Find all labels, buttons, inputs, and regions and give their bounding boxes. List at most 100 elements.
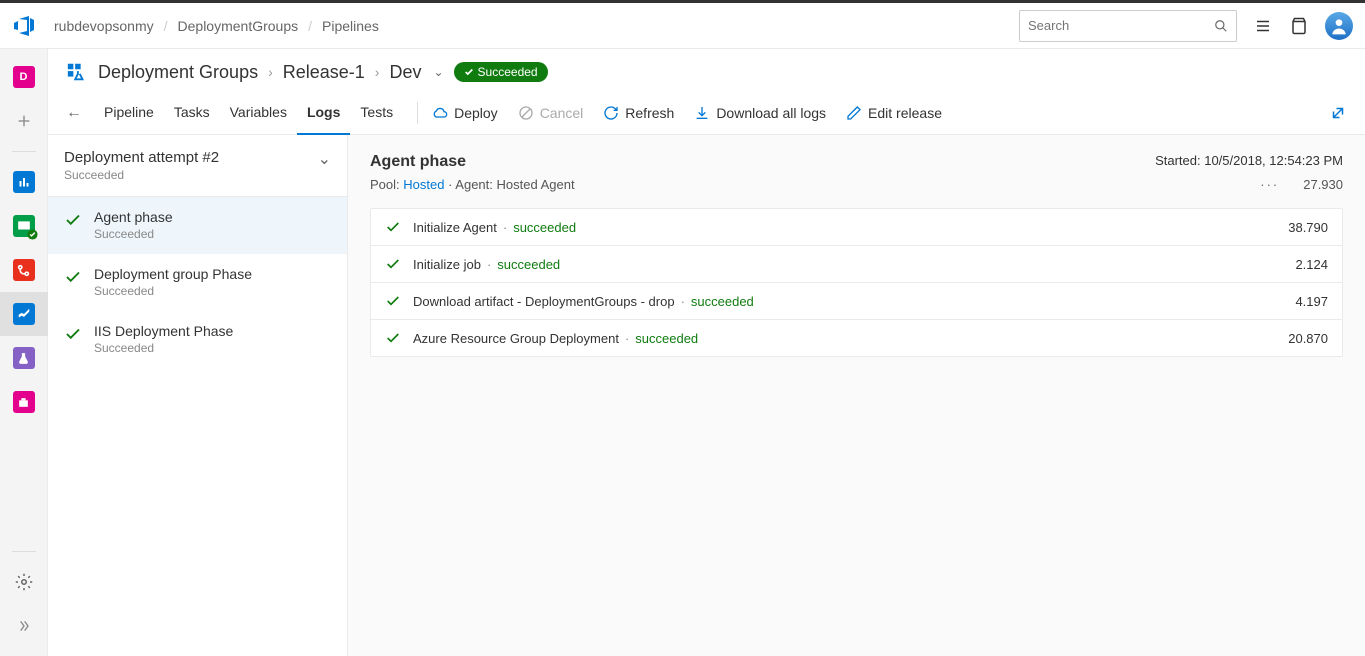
phase-status: Succeeded: [94, 227, 173, 241]
edit-label: Edit release: [868, 105, 942, 121]
nav-repos[interactable]: [0, 248, 48, 292]
phase-panel: Deployment attempt #2 Succeeded ⌄ Agent …: [48, 135, 348, 656]
task-row[interactable]: Azure Resource Group Deployment · succee…: [371, 320, 1342, 356]
breadcrumb-org[interactable]: rubdevopsonmy: [54, 18, 154, 34]
chevron-down-icon[interactable]: ⌄: [318, 149, 331, 169]
main-content: Deployment Groups › Release-1 › Dev ⌄ Su…: [48, 49, 1365, 656]
started-label: Started:: [1155, 153, 1204, 168]
nav-divider: [12, 151, 36, 152]
more-menu[interactable]: ···: [1260, 177, 1279, 192]
phase-item-deployment-group[interactable]: Deployment group Phase Succeeded: [48, 254, 347, 311]
nav-collapse[interactable]: [0, 604, 48, 648]
nav-project[interactable]: D: [0, 55, 48, 99]
check-icon: [385, 256, 401, 272]
refresh-button[interactable]: Refresh: [603, 105, 674, 121]
nav-divider: [12, 551, 36, 552]
divider: [417, 102, 418, 124]
chevron-right-icon: ›: [268, 64, 273, 80]
breadcrumb-sep: /: [308, 18, 312, 34]
breadcrumb-project[interactable]: DeploymentGroups: [178, 18, 299, 34]
page-crumb-release[interactable]: Release-1: [283, 62, 365, 83]
nav-test-plans[interactable]: [0, 336, 48, 380]
search-input[interactable]: [1028, 18, 1214, 33]
tab-logs[interactable]: Logs: [297, 91, 350, 135]
check-icon: [385, 219, 401, 235]
page-breadcrumb: Deployment Groups › Release-1 › Dev ⌄: [98, 62, 444, 83]
cloud-icon: [432, 105, 448, 121]
download-logs-button[interactable]: Download all logs: [694, 105, 826, 121]
dot-sep: ·: [625, 331, 629, 346]
cancel-button: Cancel: [518, 105, 584, 121]
tab-tasks[interactable]: Tasks: [164, 91, 220, 135]
detail-title: Agent phase: [370, 153, 466, 171]
page-crumb-stage[interactable]: Dev: [389, 62, 421, 83]
task-name: Azure Resource Group Deployment: [413, 331, 619, 346]
deploy-label: Deploy: [454, 105, 498, 121]
user-avatar[interactable]: [1325, 12, 1353, 40]
back-button[interactable]: ←: [66, 104, 82, 122]
phase-title: IIS Deployment Phase: [94, 323, 233, 339]
check-icon: [385, 293, 401, 309]
status-badge: Succeeded: [454, 62, 548, 82]
detail-header: Agent phase Started: 10/5/2018, 12:54:23…: [370, 153, 1343, 171]
task-row[interactable]: Initialize job · succeeded 2.124: [371, 246, 1342, 283]
refresh-icon: [603, 105, 619, 121]
pool-link[interactable]: Hosted: [403, 177, 444, 192]
expand-button[interactable]: [1329, 104, 1347, 122]
azure-devops-logo[interactable]: [12, 14, 36, 38]
nav-settings[interactable]: [0, 560, 48, 604]
page-header: Deployment Groups › Release-1 › Dev ⌄ Su…: [48, 49, 1365, 83]
dot-sep: ·: [503, 220, 507, 235]
started-time: 10/5/2018, 12:54:23 PM: [1204, 153, 1343, 168]
top-right: [1019, 10, 1353, 42]
check-icon: [64, 325, 82, 343]
task-row[interactable]: Initialize Agent · succeeded 38.790: [371, 209, 1342, 246]
check-icon: [385, 330, 401, 346]
page-crumb-root[interactable]: Deployment Groups: [98, 62, 258, 83]
chevron-double-right-icon: [16, 618, 32, 634]
phase-item-agent[interactable]: Agent phase Succeeded: [48, 197, 347, 254]
nav-pipelines[interactable]: [0, 292, 48, 336]
task-row[interactable]: Download artifact - DeploymentGroups - d…: [371, 283, 1342, 320]
deploy-button[interactable]: Deploy: [432, 105, 498, 121]
shopping-bag-icon[interactable]: [1289, 16, 1309, 36]
list-icon[interactable]: [1253, 16, 1273, 36]
pool-line: Pool: Hosted · Agent: Hosted Agent ··· 2…: [370, 177, 1343, 192]
nav-add[interactable]: [0, 99, 48, 143]
pool-label: Pool:: [370, 177, 403, 192]
task-status: succeeded: [513, 220, 576, 235]
task-status: succeeded: [635, 331, 698, 346]
nav-overview[interactable]: [0, 160, 48, 204]
task-table: Initialize Agent · succeeded 38.790 Init…: [370, 208, 1343, 357]
phase-status: Succeeded: [94, 341, 233, 355]
nav-boards[interactable]: [0, 204, 48, 248]
search-box[interactable]: [1019, 10, 1237, 42]
phase-status: Succeeded: [94, 284, 252, 298]
task-time: 38.790: [1288, 220, 1328, 235]
phase-item-iis[interactable]: IIS Deployment Phase Succeeded: [48, 311, 347, 368]
task-name: Initialize Agent: [413, 220, 497, 235]
tab-tests[interactable]: Tests: [350, 91, 403, 135]
tab-pipeline[interactable]: Pipeline: [94, 91, 164, 135]
breadcrumb-section[interactable]: Pipelines: [322, 18, 379, 34]
task-time: 2.124: [1295, 257, 1328, 272]
nav-artifacts[interactable]: [0, 380, 48, 424]
dot-sep: ·: [681, 294, 685, 309]
phase-title: Agent phase: [94, 209, 173, 225]
chevron-down-icon[interactable]: ⌄: [433, 65, 443, 79]
agent-label: · Agent:: [444, 177, 496, 192]
task-status: succeeded: [691, 294, 754, 309]
nav-rail: D: [0, 49, 48, 656]
tab-variables[interactable]: Variables: [220, 91, 297, 135]
layout: D: [0, 49, 1365, 656]
task-name: Download artifact - DeploymentGroups - d…: [413, 294, 675, 309]
check-icon: [64, 268, 82, 286]
tabs-row: ← Pipeline Tasks Variables Logs Tests De…: [48, 91, 1365, 135]
chevron-right-icon: ›: [375, 64, 380, 80]
phase-title: Deployment group Phase: [94, 266, 252, 282]
attempt-status: Succeeded: [64, 168, 219, 182]
attempt-title: Deployment attempt #2: [64, 149, 219, 166]
search-icon: [1214, 19, 1228, 33]
task-name: Initialize job: [413, 257, 481, 272]
edit-release-button[interactable]: Edit release: [846, 105, 942, 121]
